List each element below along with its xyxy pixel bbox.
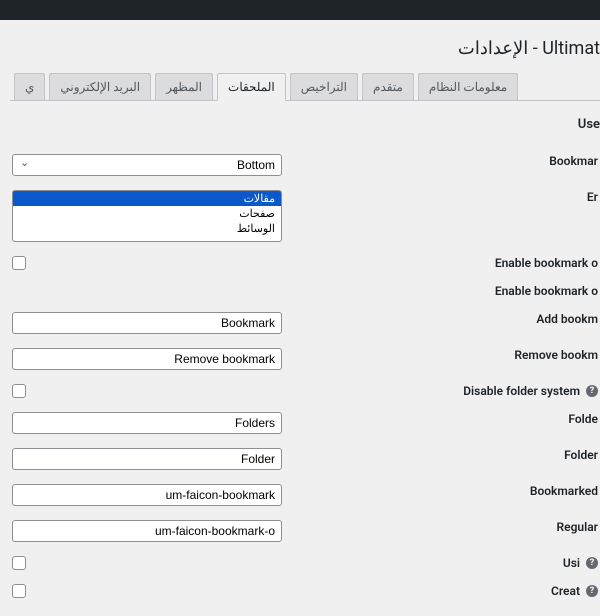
field-label: Add bookm bbox=[536, 312, 598, 326]
field-label: Usi bbox=[563, 556, 580, 570]
field-label: Folder bbox=[564, 448, 598, 462]
field-label: Enable bookmark o bbox=[495, 256, 598, 270]
field-label: Enable bookmark o bbox=[495, 284, 598, 298]
disable-folder-checkbox[interactable] bbox=[12, 384, 26, 398]
create-checkbox[interactable] bbox=[12, 584, 26, 598]
help-icon[interactable]: ? bbox=[586, 585, 598, 597]
folder-input[interactable] bbox=[12, 448, 282, 470]
tab-item[interactable]: التراخيص bbox=[290, 73, 358, 100]
folders-input[interactable] bbox=[12, 412, 282, 434]
tab-item[interactable]: متقدم bbox=[362, 73, 414, 100]
bookmarked-icon-input[interactable] bbox=[12, 484, 282, 506]
field-label: Remove bookm bbox=[514, 348, 598, 362]
field-label: Disable folder system bbox=[463, 384, 580, 398]
tab-item-active[interactable]: الملحقات bbox=[217, 73, 286, 101]
tab-item[interactable]: البريد الإلكتروني bbox=[49, 73, 151, 100]
tab-item[interactable]: ي bbox=[14, 73, 45, 100]
field-label: Creat bbox=[551, 584, 580, 598]
field-label: Er bbox=[587, 190, 598, 204]
tab-item[interactable]: معلومات النظام bbox=[418, 73, 518, 100]
enable-for-multiselect[interactable]: مقالات صفحات الوسائط bbox=[12, 190, 282, 242]
enable-bookmark-checkbox[interactable] bbox=[12, 256, 26, 270]
field-label: Regular bbox=[557, 520, 598, 534]
settings-form: Bookmar Bottom Er مقالات صفحات الوسائط E… bbox=[10, 146, 600, 606]
field-label: Folde bbox=[568, 412, 598, 426]
regular-icon-input[interactable] bbox=[12, 520, 282, 542]
settings-tabs: ي البريد الإلكتروني المظهر الملحقات التر… bbox=[10, 73, 600, 101]
section-title: Use bbox=[10, 117, 600, 132]
field-label: Bookmarked bbox=[530, 484, 598, 498]
add-bookmark-input[interactable] bbox=[12, 312, 282, 334]
page-title: Ultimat - الإعدادات bbox=[10, 38, 600, 59]
remove-bookmark-input[interactable] bbox=[12, 348, 282, 370]
help-icon[interactable]: ? bbox=[586, 385, 598, 397]
using-checkbox[interactable] bbox=[12, 556, 26, 570]
help-icon[interactable]: ? bbox=[586, 557, 598, 569]
field-label: Bookmar bbox=[549, 154, 598, 168]
bookmark-position-select[interactable]: Bottom bbox=[12, 154, 282, 176]
admin-bar bbox=[0, 0, 600, 20]
tab-item[interactable]: المظهر bbox=[155, 73, 213, 100]
